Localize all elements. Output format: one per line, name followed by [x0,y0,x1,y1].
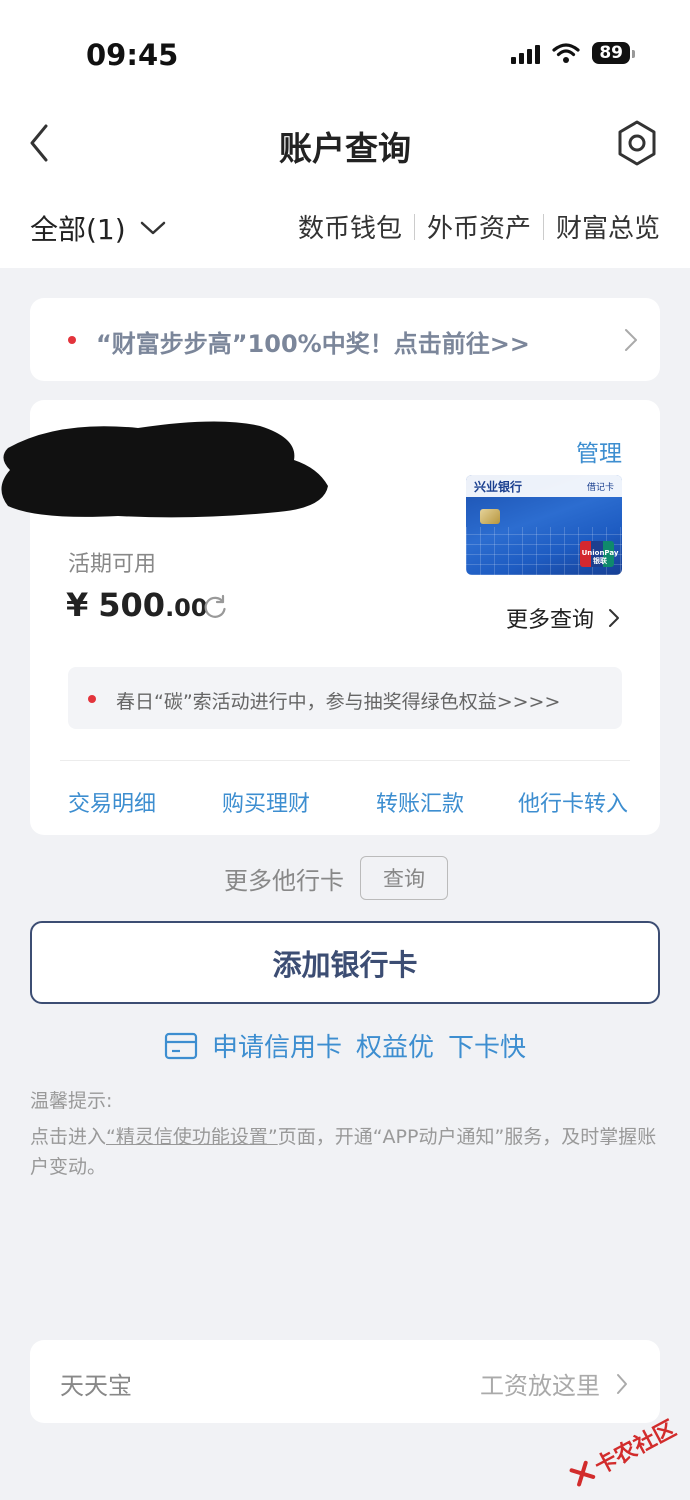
action-other-bank-transfer-in[interactable]: 他行卡转入 [518,786,628,818]
promo-banner[interactable]: “财富步步高”100%中奖！点击前往>> [30,298,660,381]
account-filter-label: 全部(1) [30,213,126,246]
tiantianbao-promo: 工资放这里 [480,1366,628,1401]
refresh-icon[interactable] [202,594,228,620]
action-transfer[interactable]: 转账汇款 [376,786,464,818]
tips-title: 温馨提示: [30,1090,113,1112]
filter-row: 全部(1) 数币钱包 外币资产 财富总览 [30,204,660,250]
gear-icon[interactable] [612,118,662,168]
filter-links: 数币钱包 外币资产 财富总览 [298,208,660,245]
credit-benefit-label: 权益优 [356,1033,435,1063]
tiantianbao-label: 天天宝 [60,1372,132,1400]
query-button[interactable]: 查询 [360,856,448,900]
credit-card-icon [164,1032,198,1059]
account-filter-dropdown[interactable]: 全部(1) [30,208,166,248]
community-watermark: 卡农社区 [565,1411,681,1493]
chevron-right-icon [617,1373,627,1394]
action-transaction-details[interactable]: 交易明细 [68,786,156,818]
tiantianbao-promo-text: 工资放这里 [480,1372,600,1400]
promo-banner-text: “财富步步高”100%中奖！点击前往>> [96,330,530,358]
redacted-account-info [1,421,328,518]
chevron-right-icon [609,609,619,627]
status-icons: 89 [511,42,635,64]
available-label: 活期可用 [68,552,157,577]
credit-apply-label: 申请信用卡 [212,1033,343,1063]
chevron-right-icon [625,329,637,351]
bank-card-bank-name: 兴业银行 [474,480,523,494]
account-card: 管理 兴业银行 借记卡 UnionPay 银联 活期可用 ¥ 500.00 更多… [1,400,660,835]
chevron-down-icon [140,221,165,235]
more-query-label: 更多查询 [505,608,594,633]
balance-integer: 500.00 [98,586,208,624]
manage-link[interactable]: 管理 [576,434,622,468]
activity-notice[interactable]: 春日“碳”索活动进行中，参与抽奖得绿色权益>>>> [68,667,622,729]
apply-credit-card-link[interactable]: 申请信用卡 权益优 下卡快 [164,1027,526,1064]
notification-settings-link[interactable]: “精灵信使功能设置” [106,1126,278,1148]
alert-dot [68,336,76,344]
more-query-link[interactable]: 更多查询 [506,602,620,634]
signal-icon [511,42,541,64]
card-chip-icon [480,509,500,524]
credit-fast-label: 下卡快 [448,1033,527,1063]
wifi-icon [552,43,580,63]
divider [60,760,630,761]
alert-dot [88,695,96,703]
link-wealth-overview[interactable]: 财富总览 [556,208,660,245]
more-other-bank-cards-label: 更多他行卡 [224,866,344,895]
watermark-logo-icon [569,1460,596,1487]
currency-symbol: ¥ [66,586,89,624]
status-time: 09:45 [86,38,179,72]
tips-body: 点击进入“精灵信使功能设置”页面，开通“APP动户通知”服务，及时掌握账户变动。 [30,1122,670,1182]
add-bank-card-button[interactable]: 添加银行卡 [30,921,660,1004]
link-foreign-assets[interactable]: 外币资产 [427,208,531,245]
tips-prefix: 点击进入 [30,1126,107,1148]
divider [542,213,544,240]
divider [413,213,415,240]
more-other-bank-cards: 更多他行卡 查询 [224,856,448,900]
page-title: 账户查询 [279,129,411,168]
bank-card-image[interactable]: 兴业银行 借记卡 UnionPay 银联 [466,475,622,575]
action-buy-wealth[interactable]: 购买理财 [222,786,310,818]
balance-amount: ¥ 500.00 [66,586,208,624]
unionpay-text: UnionPay 银联 [581,549,619,565]
tiantianbao-entry[interactable]: 天天宝 工资放这里 [30,1340,660,1423]
activity-notice-text: 春日“碳”索活动进行中，参与抽奖得绿色权益>>>> [116,691,561,713]
link-digital-wallet[interactable]: 数币钱包 [298,208,402,245]
bank-card-type: 借记卡 [586,483,614,493]
battery-indicator: 89 [592,42,635,64]
